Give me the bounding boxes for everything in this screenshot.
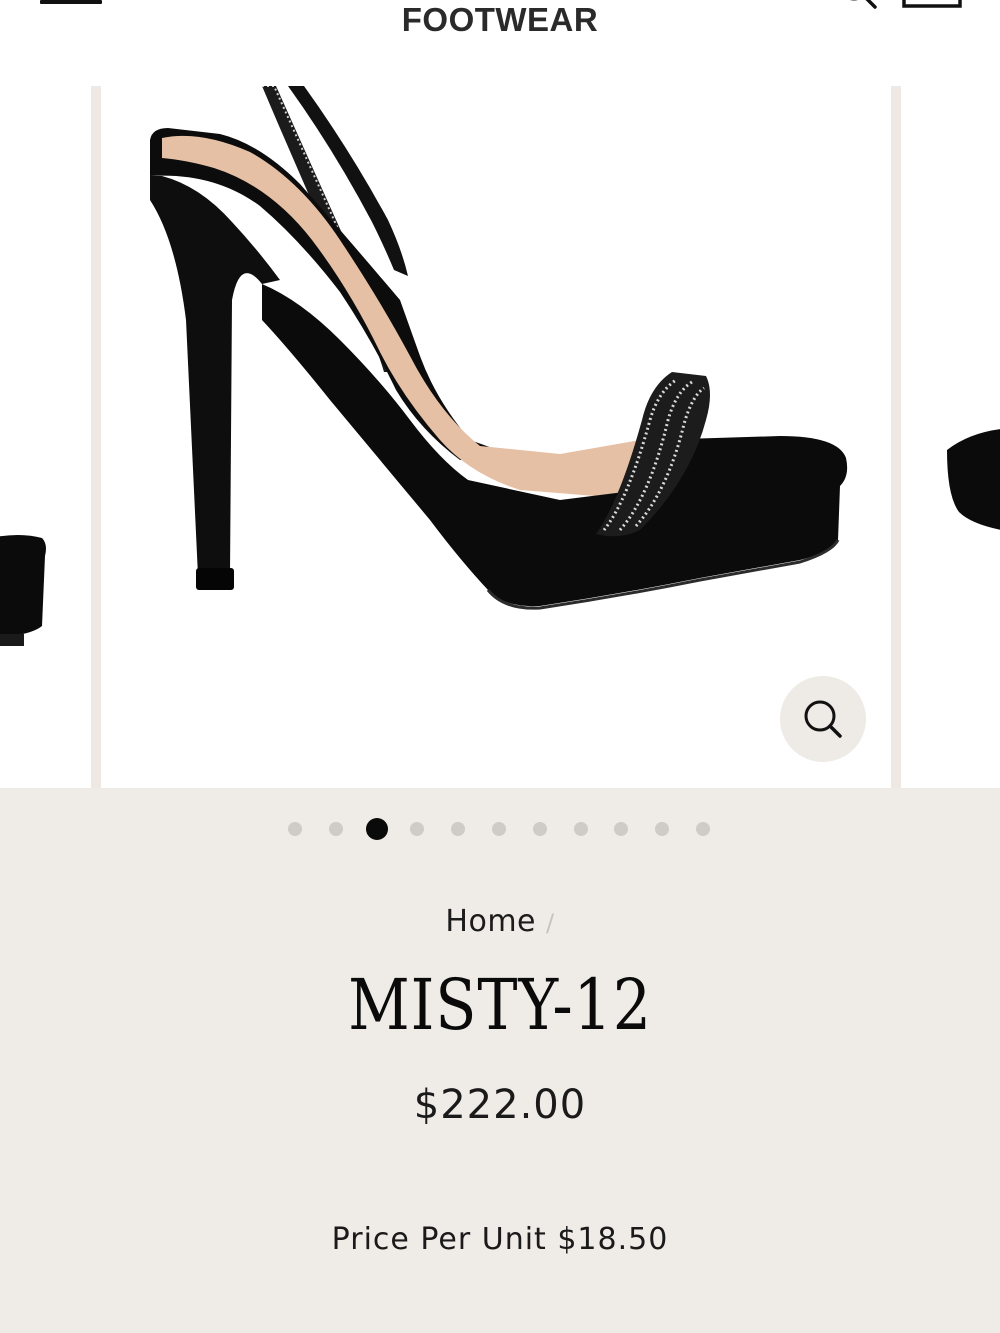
product-gallery[interactable]	[0, 86, 1000, 788]
breadcrumb-separator: /	[546, 909, 555, 937]
search-icon[interactable]	[838, 0, 878, 10]
pagination-dot[interactable]	[288, 822, 302, 836]
zoom-button[interactable]	[780, 676, 866, 762]
pagination-dot[interactable]	[614, 822, 629, 836]
breadcrumb: Home /	[0, 904, 1000, 939]
product-info: Home / MISTY-12 $222.00 Price Per Unit $1…	[0, 788, 1000, 1333]
pagination-dot-active[interactable]	[365, 818, 388, 840]
gallery-divider	[91, 86, 101, 788]
previous-slide-image[interactable]	[0, 86, 90, 788]
pagination-dot[interactable]	[328, 822, 343, 836]
pagination-dot[interactable]	[492, 822, 506, 836]
product-price: $222.00	[413, 1082, 587, 1128]
pagination-dot[interactable]	[451, 822, 466, 836]
next-slide-image[interactable]	[903, 86, 1000, 788]
cart-icon[interactable]	[900, 0, 964, 10]
pagination-dot[interactable]	[410, 822, 425, 836]
gallery-divider	[891, 86, 901, 788]
magnifier-icon	[804, 700, 842, 738]
pagination-dot[interactable]	[573, 822, 588, 836]
gallery-pagination	[0, 818, 1000, 840]
main-product-image[interactable]	[101, 86, 891, 788]
breadcrumb-home-link[interactable]: Home	[445, 904, 536, 939]
pagination-dot[interactable]	[655, 822, 670, 836]
product-title: MISTY-12	[348, 964, 652, 1046]
pagination-dot[interactable]	[532, 822, 547, 836]
unit-price: Price Per Unit $18.50	[331, 1222, 669, 1257]
pagination-dot[interactable]	[696, 822, 710, 836]
site-header: FOOTWEAR	[0, 0, 1000, 86]
